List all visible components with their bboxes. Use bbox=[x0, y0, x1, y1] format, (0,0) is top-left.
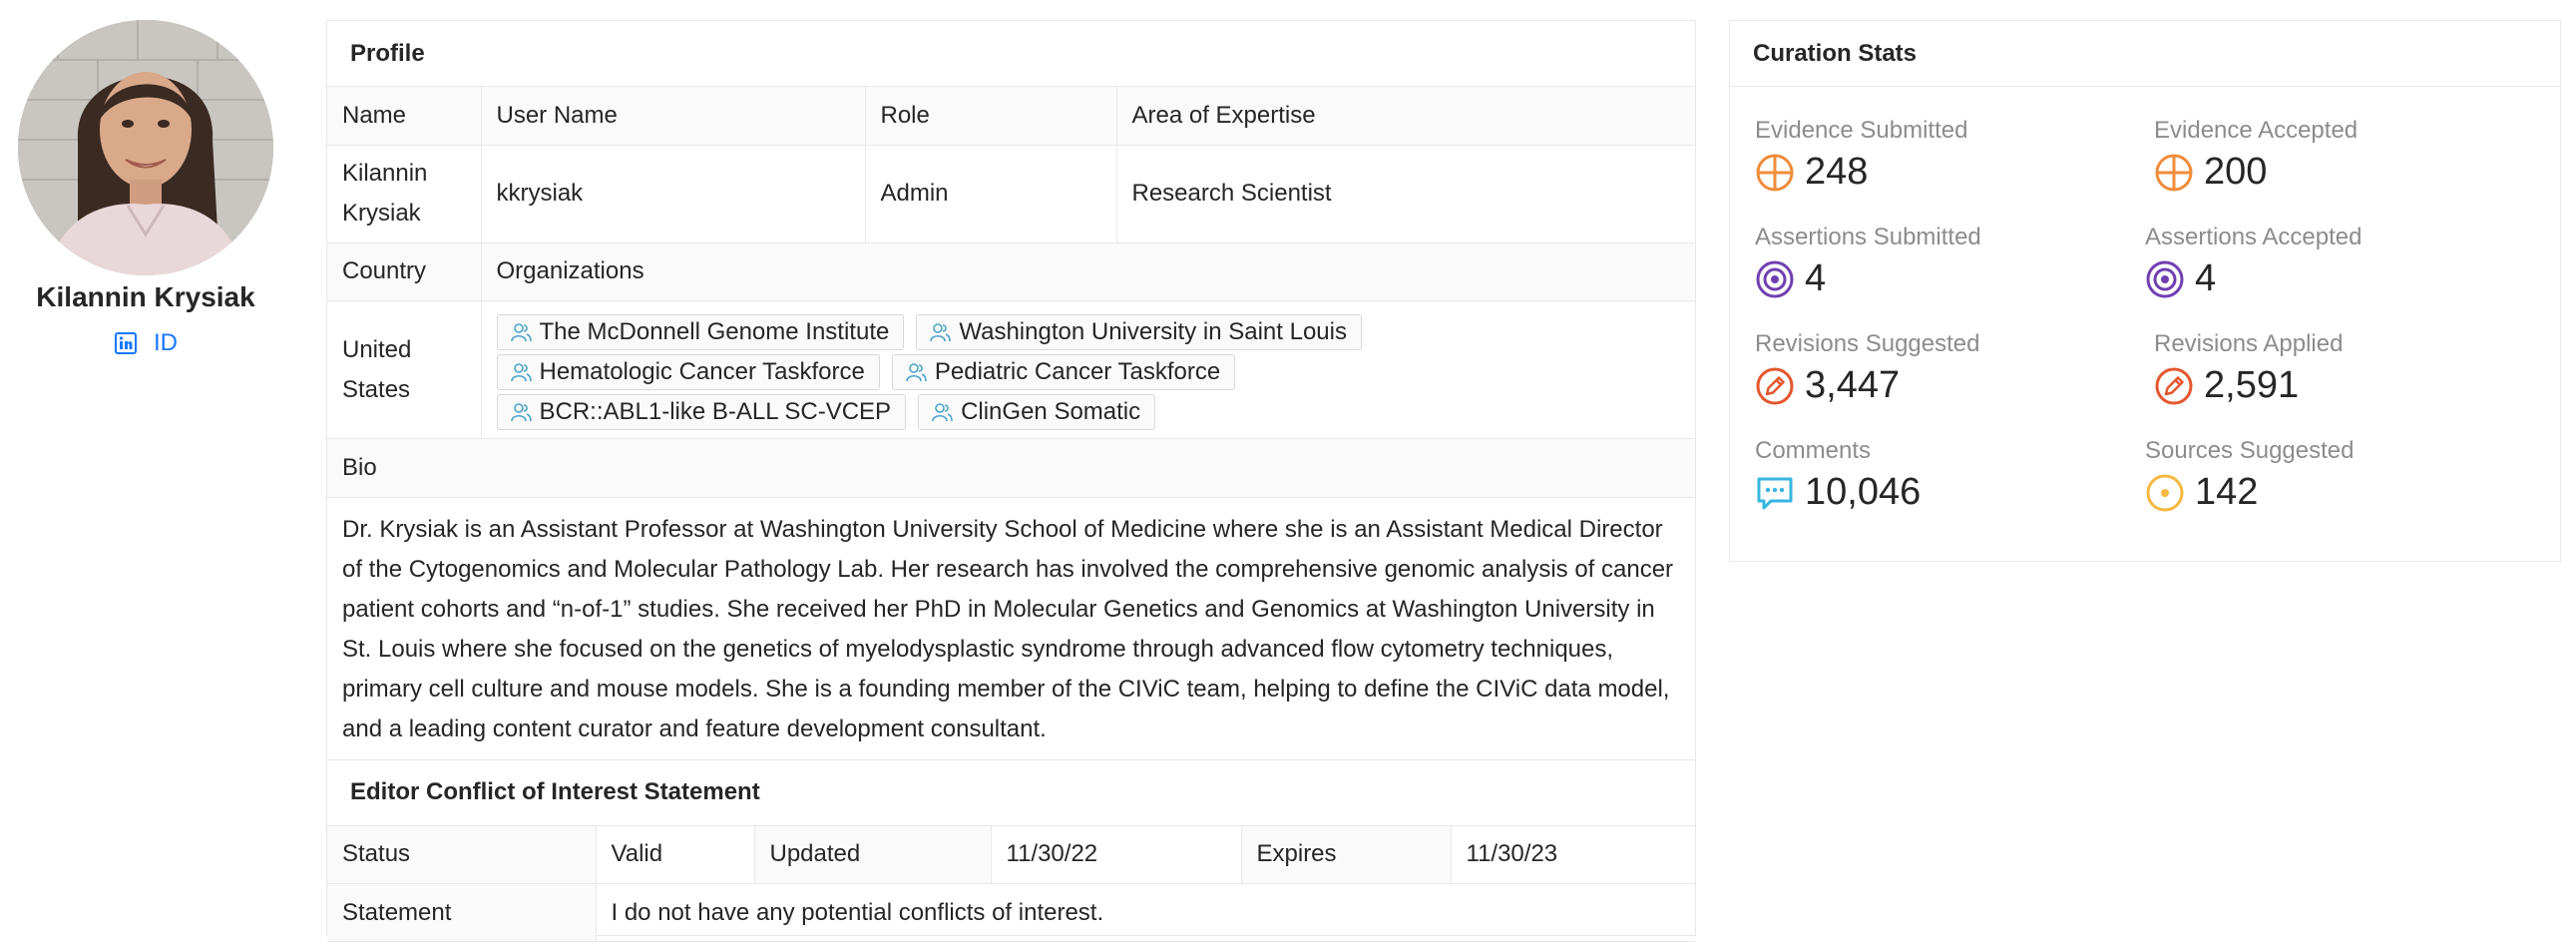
bio-text: Dr. Krysiak is an Assistant Professor at… bbox=[342, 515, 1674, 742]
org-name: Washington University in Saint Louis bbox=[959, 317, 1347, 345]
org-tag[interactable]: BCR::ABL1-like B-ALL SC-VCEP bbox=[496, 393, 907, 430]
stat-value: 142 bbox=[2195, 471, 2259, 513]
orcid-id-link[interactable]: ID bbox=[154, 329, 178, 357]
stat-value: 4 bbox=[2195, 257, 2217, 299]
user-avatar bbox=[18, 20, 273, 275]
bio-label: Bio bbox=[327, 439, 1695, 498]
profile-table: Name User Name Role Area of Expertise Ki… bbox=[327, 87, 1695, 243]
coi-statement-label: Statement bbox=[327, 883, 597, 942]
user-links: ID bbox=[0, 329, 291, 357]
header-expertise: Area of Expertise bbox=[1115, 87, 1695, 146]
stat-assertions-submitted[interactable]: Assertions Submitted 4 bbox=[1755, 224, 1981, 300]
stat-value: 200 bbox=[2204, 151, 2268, 193]
assertion-icon bbox=[1756, 260, 1794, 297]
assertion-icon bbox=[2146, 260, 2184, 297]
coi-expires-label: Expires bbox=[1240, 825, 1452, 884]
stat-label: Assertions Submitted bbox=[1755, 224, 1981, 250]
header-role: Role bbox=[864, 87, 1117, 146]
user-group-icon bbox=[510, 362, 532, 381]
stat-label: Comments bbox=[1755, 437, 1872, 464]
value-username: kkrysiak bbox=[480, 144, 866, 243]
user-group-icon bbox=[932, 402, 953, 421]
org-tag[interactable]: The McDonnell Genome Institute bbox=[496, 313, 905, 350]
stat-revisions-suggested[interactable]: Revisions Suggested 3,447 bbox=[1755, 330, 1979, 407]
org-name: Hematologic Cancer Taskforce bbox=[539, 357, 865, 385]
stat-label: Sources Suggested bbox=[2145, 437, 2355, 464]
org-name: ClinGen Somatic bbox=[961, 397, 1141, 425]
user-name: Kilannin Krysiak bbox=[36, 281, 255, 312]
stat-evidence-submitted[interactable]: Evidence Submitted 248 bbox=[1755, 117, 1967, 194]
org-table: Country Organizations United States The … bbox=[327, 242, 1695, 439]
stat-sources-suggested[interactable]: Sources Suggested 142 bbox=[2145, 437, 2354, 514]
coi-updated-value: 11/30/22 bbox=[990, 825, 1242, 884]
stat-value: 2,591 bbox=[2204, 364, 2300, 406]
stat-comments[interactable]: Comments 10,046 bbox=[1755, 437, 1921, 514]
header-name: Name bbox=[327, 87, 482, 146]
org-tag[interactable]: Pediatric Cancer Taskforce bbox=[891, 353, 1236, 390]
country-label: Country bbox=[327, 242, 482, 301]
stat-label: Evidence Submitted bbox=[1755, 117, 1968, 144]
stat-revisions-applied[interactable]: Revisions Applied 2,591 bbox=[2154, 330, 2343, 407]
evidence-icon bbox=[1756, 154, 1794, 191]
organizations-label: Organizations bbox=[480, 242, 1695, 301]
value-role: Admin bbox=[864, 144, 1117, 243]
org-tag[interactable]: Washington University in Saint Louis bbox=[916, 313, 1362, 350]
coi-status-label: Status bbox=[327, 825, 597, 884]
revision-icon bbox=[1756, 367, 1794, 404]
profile-title: Profile bbox=[327, 21, 1695, 87]
curation-stats-card: Curation Stats Evidence Submitted 248 Ev… bbox=[1729, 20, 2561, 562]
country-value: United States bbox=[327, 300, 482, 439]
value-name: Kilannin Krysiak bbox=[327, 144, 482, 243]
coi-status-value: Valid bbox=[595, 825, 755, 884]
stat-label: Evidence Accepted bbox=[2154, 117, 2359, 144]
revision-icon bbox=[2155, 367, 2193, 404]
org-name: The McDonnell Genome Institute bbox=[539, 317, 890, 345]
header-username: User Name bbox=[480, 87, 866, 146]
org-name: BCR::ABL1-like B-ALL SC-VCEP bbox=[539, 397, 892, 425]
stat-value: 10,046 bbox=[1805, 471, 1922, 513]
stat-value: 4 bbox=[1805, 257, 1827, 299]
org-name: Pediatric Cancer Taskforce bbox=[934, 357, 1221, 385]
comment-icon bbox=[1757, 477, 1793, 509]
stat-value: 3,447 bbox=[1805, 364, 1901, 406]
user-group-icon bbox=[906, 362, 927, 381]
stats-title: Curation Stats bbox=[1730, 21, 2560, 87]
coi-expires-value: 11/30/23 bbox=[1450, 825, 1695, 884]
stat-label: Assertions Accepted bbox=[2145, 224, 2362, 250]
profile-card: Profile Name User Name Role Area of Expe… bbox=[326, 20, 1696, 942]
user-group-icon bbox=[510, 322, 532, 341]
evidence-icon bbox=[2155, 154, 2193, 191]
stat-assertions-accepted[interactable]: Assertions Accepted 4 bbox=[2145, 224, 2361, 300]
linkedin-icon[interactable] bbox=[114, 331, 138, 355]
coi-title: Editor Conflict of Interest Statement bbox=[327, 760, 1695, 826]
user-group-icon bbox=[930, 322, 952, 341]
coi-updated-label: Updated bbox=[753, 825, 992, 884]
org-tag[interactable]: ClinGen Somatic bbox=[918, 393, 1156, 430]
bio-table: Bio Dr. Krysiak is an Assistant Professo… bbox=[327, 439, 1695, 760]
organizations-list: The McDonnell Genome Institute Washington… bbox=[480, 300, 1695, 439]
stat-evidence-accepted[interactable]: Evidence Accepted 200 bbox=[2154, 117, 2358, 194]
org-tag[interactable]: Hematologic Cancer Taskforce bbox=[496, 353, 880, 390]
value-expertise: Research Scientist bbox=[1115, 144, 1695, 243]
source-icon bbox=[2146, 474, 2184, 511]
user-group-icon bbox=[510, 402, 532, 421]
stat-value: 248 bbox=[1805, 151, 1869, 193]
stat-label: Revisions Suggested bbox=[1755, 330, 1980, 357]
stat-label: Revisions Applied bbox=[2154, 330, 2344, 357]
coi-statement-value: I do not have any potential conflicts of… bbox=[595, 883, 1695, 942]
coi-table: Status Valid Updated 11/30/22 Expires 11… bbox=[327, 825, 1695, 942]
